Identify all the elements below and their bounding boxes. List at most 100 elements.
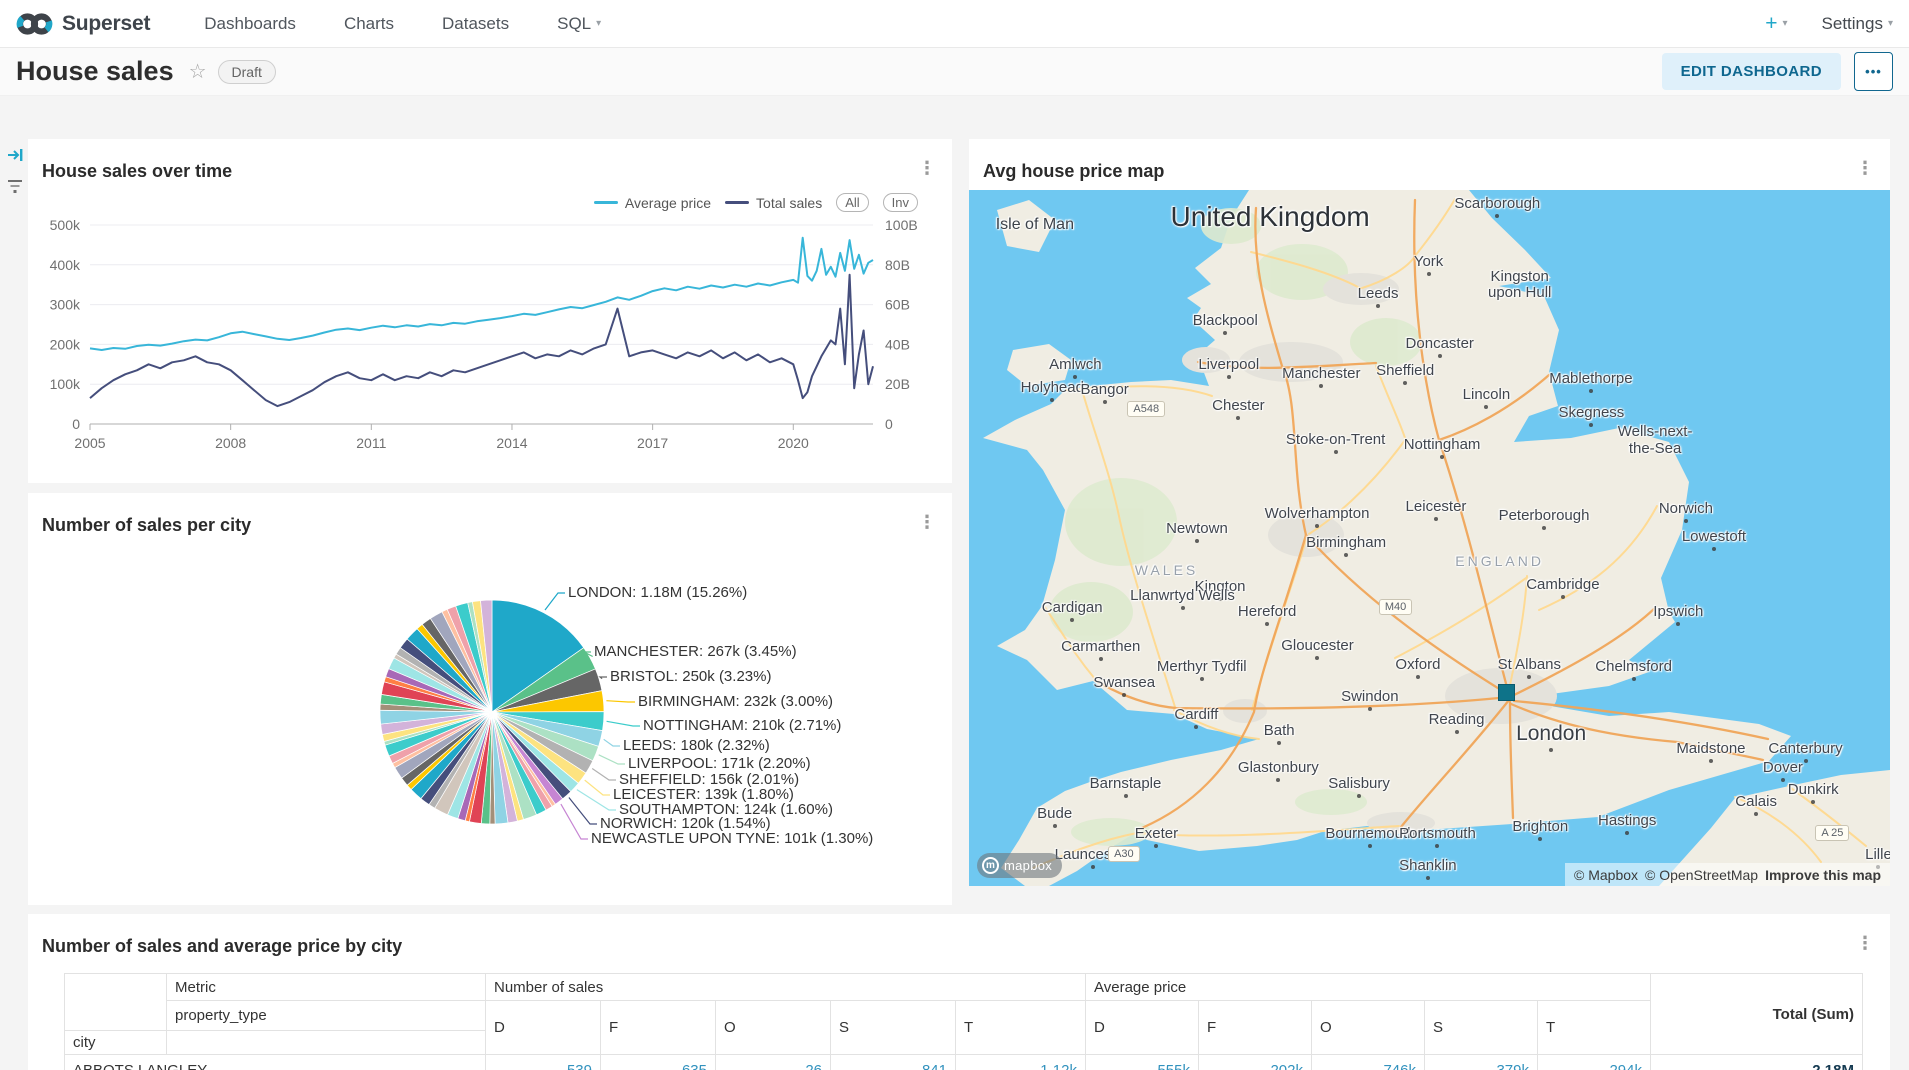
map-place-label: Canterbury bbox=[1768, 740, 1842, 757]
map-place-label: Wells-next-the-Sea bbox=[1609, 424, 1701, 458]
map-place-label: Exeter bbox=[1135, 825, 1178, 842]
edit-dashboard-button[interactable]: EDIT DASHBOARD bbox=[1662, 53, 1841, 90]
osm-attribution-link[interactable]: © OpenStreetMap bbox=[1645, 867, 1758, 883]
nav-menu: DashboardsChartsDatasetsSQL▾ bbox=[180, 14, 625, 34]
map-place-label: Liverpool bbox=[1198, 356, 1259, 373]
column-header: T bbox=[1538, 1001, 1651, 1055]
map-place-label: Maidstone bbox=[1676, 740, 1745, 757]
value-cell: 1.12k bbox=[956, 1055, 1086, 1070]
map-place-label: Merthyr Tydfil bbox=[1157, 658, 1247, 675]
map-place-label: St Albans bbox=[1498, 656, 1561, 673]
column-group-header: Average price bbox=[1086, 974, 1651, 1001]
pie-label: BIRMINGHAM: 232k (3.00%) bbox=[638, 693, 833, 710]
dashboard-header: House sales ☆ Draft EDIT DASHBOARD ••• bbox=[0, 48, 1909, 96]
column-group-header: Number of sales bbox=[486, 974, 1086, 1001]
table-row: property_typeDFOSTDFOST bbox=[65, 1001, 1863, 1031]
map-place-label: Isle of Man bbox=[996, 216, 1074, 234]
property-type-header: property_type bbox=[167, 1001, 486, 1031]
road-badge: A 25 bbox=[1815, 825, 1849, 841]
map-labels-layer: United KingdomIsle of ManScarboroughYork… bbox=[969, 190, 1890, 886]
pie-label: LONDON: 1.18M (15.26%) bbox=[568, 584, 747, 601]
map-place-label: Nottingham bbox=[1404, 436, 1481, 453]
map-place-label: Cardigan bbox=[1042, 599, 1103, 616]
road-badge: M40 bbox=[1379, 599, 1412, 615]
mapbox-logo-icon: m bbox=[982, 857, 999, 874]
map-canvas[interactable]: United KingdomIsle of ManScarboroughYork… bbox=[969, 190, 1890, 886]
map-place-label: Mablethorpe bbox=[1549, 370, 1632, 387]
road-badge: A30 bbox=[1108, 846, 1140, 862]
road-badge: A548 bbox=[1127, 401, 1165, 417]
pie-label: LEEDS: 180k (2.32%) bbox=[623, 737, 770, 754]
map-place-label: Wolverhampton bbox=[1265, 505, 1370, 522]
map-place-label: Gloucester bbox=[1281, 637, 1354, 654]
map-place-label: Manchester bbox=[1282, 365, 1360, 382]
map-place-label: Amlwch bbox=[1049, 356, 1102, 373]
map-place-label: Peterborough bbox=[1499, 507, 1590, 524]
column-header: O bbox=[1312, 1001, 1425, 1055]
chart-kebab-menu-icon[interactable]: ⋮ bbox=[1856, 159, 1874, 177]
svg-text:400k: 400k bbox=[50, 257, 81, 273]
column-header: F bbox=[601, 1001, 716, 1055]
map-place-label: Portsmouth bbox=[1399, 825, 1476, 842]
nav-item-charts[interactable]: Charts bbox=[320, 14, 418, 34]
pie-label: LIVERPOOL: 171k (2.20%) bbox=[628, 755, 811, 772]
map-place-label: Shanklin bbox=[1399, 857, 1457, 874]
svg-text:500k: 500k bbox=[50, 217, 81, 233]
value-cell: 555k bbox=[1086, 1055, 1199, 1070]
column-header: S bbox=[831, 1001, 956, 1055]
map-place-label: Ipswich bbox=[1653, 603, 1703, 620]
table-row: ABBOTS LANGLEY539635268411.12k555k202k74… bbox=[65, 1055, 1863, 1070]
chart-card-pie: Number of sales per city ⋮ LONDON: 1.18M… bbox=[28, 493, 952, 905]
brand-name[interactable]: Superset bbox=[62, 12, 150, 36]
map-place-label: Holyhead bbox=[1021, 379, 1084, 396]
pie-plot[interactable]: LONDON: 1.18M (15.26%) MANCHESTER: 267k (… bbox=[28, 493, 952, 905]
expand-filter-bar-icon[interactable] bbox=[6, 146, 24, 164]
svg-text:2014: 2014 bbox=[496, 435, 527, 451]
map-price-marker[interactable] bbox=[1498, 684, 1515, 701]
filter-icon[interactable] bbox=[6, 178, 24, 194]
map-place-label: Salisbury bbox=[1328, 775, 1390, 792]
dashboard-more-button[interactable]: ••• bbox=[1854, 52, 1893, 91]
map-place-label: Stoke-on-Trent bbox=[1286, 431, 1386, 448]
timeseries-plot[interactable]: 0100k200k300k400k500k020B40B60B80B100B20… bbox=[28, 139, 952, 483]
map-place-label: Lille bbox=[1865, 846, 1890, 863]
mapbox-attribution-link[interactable]: © Mapbox bbox=[1574, 867, 1638, 883]
map-place-label: Bangor bbox=[1080, 381, 1128, 398]
chart-kebab-menu-icon[interactable]: ⋮ bbox=[1856, 934, 1874, 952]
map-attribution: © Mapbox © OpenStreetMap Improve this ma… bbox=[1565, 863, 1890, 886]
chart-card-map: Avg house price map ⋮ bbox=[969, 139, 1890, 886]
map-place-label: Kingston upon Hull bbox=[1474, 269, 1566, 303]
new-item-button[interactable]: + ▾ bbox=[1765, 12, 1787, 36]
top-navbar: Superset DashboardsChartsDatasetsSQL▾ + … bbox=[0, 0, 1909, 48]
nav-item-datasets[interactable]: Datasets bbox=[418, 14, 533, 34]
map-place-label: Sheffield bbox=[1376, 362, 1434, 379]
map-place-label: Swindon bbox=[1341, 688, 1399, 705]
improve-map-link[interactable]: Improve this map bbox=[1765, 867, 1881, 883]
svg-text:2005: 2005 bbox=[74, 435, 105, 451]
svg-text:0: 0 bbox=[72, 416, 80, 432]
mapbox-logo-text: mapbox bbox=[1004, 858, 1052, 873]
svg-text:100k: 100k bbox=[50, 376, 81, 392]
svg-text:20B: 20B bbox=[885, 376, 910, 392]
favorite-star-icon[interactable]: ☆ bbox=[189, 59, 207, 84]
map-place-label: Birmingham bbox=[1306, 534, 1386, 551]
nav-item-label: SQL bbox=[557, 14, 591, 34]
svg-text:2017: 2017 bbox=[637, 435, 668, 451]
dashboard-grid: House sales over time ⋮ Average priceTot… bbox=[0, 96, 1909, 1070]
map-place-label: Carmarthen bbox=[1061, 638, 1140, 655]
value-cell: 294k bbox=[1538, 1055, 1651, 1070]
value-cell: 746k bbox=[1312, 1055, 1425, 1070]
pie-label: MANCHESTER: 267k (3.45%) bbox=[594, 643, 797, 660]
map-place-label: Barnstaple bbox=[1090, 775, 1162, 792]
nav-item-dashboards[interactable]: Dashboards bbox=[180, 14, 320, 34]
settings-menu[interactable]: Settings ▾ bbox=[1822, 14, 1893, 34]
map-place-label: Chester bbox=[1212, 397, 1265, 414]
map-place-label: Brighton bbox=[1512, 818, 1568, 835]
pie-label: NEWCASTLE UPON TYNE: 101k (1.30%) bbox=[591, 830, 873, 847]
nav-item-sql[interactable]: SQL▾ bbox=[533, 14, 625, 34]
pivot-table: MetricNumber of salesAverage priceTotal … bbox=[64, 973, 1863, 1070]
map-place-label: United Kingdom bbox=[1170, 201, 1370, 232]
mapbox-logo[interactable]: m mapbox bbox=[977, 853, 1062, 878]
superset-logo-icon[interactable] bbox=[16, 10, 53, 38]
metric-header: Metric bbox=[167, 974, 486, 1001]
